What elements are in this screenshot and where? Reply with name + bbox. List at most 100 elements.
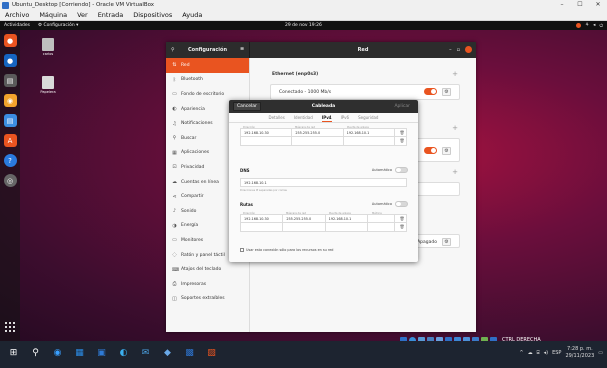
cloud-icon[interactable]: ☁ <box>528 350 533 356</box>
netmask-field[interactable] <box>292 137 344 145</box>
minimize-button[interactable]: – <box>449 47 452 53</box>
task-view-icon[interactable]: ▦ <box>74 347 85 358</box>
route-netmask-field[interactable]: 255.255.255.0 <box>283 215 326 222</box>
tab-seguridad[interactable]: Seguridad <box>358 113 378 122</box>
network-icon[interactable]: ⌸ <box>537 350 540 356</box>
cancel-button[interactable]: Cancelar <box>233 102 261 111</box>
trash-folder[interactable]: Papelera <box>33 76 63 94</box>
route-metric-field[interactable] <box>368 223 395 231</box>
checkbox-icon[interactable] <box>240 248 244 252</box>
volume-icon[interactable]: ◂) <box>544 350 548 356</box>
show-applications-icon[interactable] <box>4 321 16 333</box>
ethernet-toggle[interactable] <box>424 88 437 95</box>
menu-archivo[interactable]: Archivo <box>0 11 34 19</box>
local-only-checkbox[interactable]: Usar esta conexión sólo para los recurso… <box>240 248 333 252</box>
add-connection-icon[interactable]: + <box>452 70 458 78</box>
gateway-field[interactable] <box>344 137 395 145</box>
power-icon: ◑ <box>172 222 177 229</box>
menu-entrada[interactable]: Entrada <box>93 11 129 19</box>
sidebar-item-red[interactable]: ⇅ Red <box>166 58 249 73</box>
start-icon[interactable]: ⊞ <box>8 347 19 358</box>
activities-button[interactable]: Actividades <box>0 23 30 28</box>
tab-ipv4[interactable]: IPv4 <box>321 113 332 122</box>
route-address-field[interactable]: 192.168.10.30 <box>241 215 284 222</box>
delete-row-icon[interactable]: 🗑 <box>395 129 406 136</box>
ethernet-card: Conectado - 1000 Mb/s ⚙ <box>270 84 460 100</box>
routes-table: Dirección Máscara de red Puerta de enlac… <box>240 210 407 232</box>
store-icon[interactable]: ▣ <box>96 347 107 358</box>
routes-automatic-toggle[interactable] <box>395 201 408 207</box>
rhythmbox-icon[interactable]: ◉ <box>3 94 17 107</box>
system-tray[interactable]: ⚘ ◂ ⏻ <box>576 23 603 29</box>
thunderbird-icon[interactable]: ● <box>3 54 17 67</box>
proxy-settings-button[interactable]: ⚙ <box>442 238 451 246</box>
dialog-header: Cableada Cancelar Aplicar <box>229 100 418 113</box>
search-icon[interactable]: ⚲ <box>171 47 175 53</box>
sidebar-item-impresoras[interactable]: ⎙ Impresoras <box>166 277 249 292</box>
printer-icon: ⎙ <box>172 281 177 288</box>
tab-identidad[interactable]: Identidad <box>294 113 313 122</box>
close-button[interactable] <box>465 46 472 53</box>
proxy-status: Apagado <box>417 239 437 245</box>
home-folder[interactable]: carlos <box>33 38 63 56</box>
ubuntu-vm-taskbar-icon[interactable]: ▨ <box>206 347 217 358</box>
maximize-button[interactable]: ▫ <box>457 47 460 53</box>
search-icon[interactable]: ⚲ <box>30 347 41 358</box>
vscode-icon[interactable]: ◆ <box>162 347 173 358</box>
sidebar-item-atajos[interactable]: ⌨ Atajos del teclado <box>166 262 249 277</box>
hamburger-menu-icon[interactable]: ≡ <box>240 46 244 52</box>
dns-input[interactable]: 192.168.10.1 <box>240 178 407 187</box>
netmask-field[interactable]: 255.255.255.0 <box>292 129 344 136</box>
software-icon[interactable]: A <box>3 134 17 147</box>
gateway-field[interactable]: 192.168.10.1 <box>344 129 395 136</box>
monitor-icon: ▭ <box>172 237 177 244</box>
vpn-toggle[interactable] <box>424 147 437 154</box>
route-address-field[interactable] <box>241 223 284 231</box>
route-netmask-field[interactable] <box>283 223 326 231</box>
help-icon[interactable]: ? <box>3 154 17 167</box>
tab-detalles[interactable]: Detalles <box>269 113 285 122</box>
dns-automatic-toggle[interactable] <box>395 167 408 173</box>
add-vpn-icon[interactable]: + <box>452 124 458 132</box>
route-gateway-field[interactable]: 192.168.10.1 <box>326 215 368 222</box>
menu-dispositivos[interactable]: Dispositivos <box>128 11 177 19</box>
settings-icon[interactable]: ◎ <box>3 174 17 187</box>
delete-route-icon[interactable]: 🗑 <box>395 223 406 231</box>
menu-maquina[interactable]: Máquina <box>34 11 72 19</box>
route-gateway-field[interactable] <box>326 223 368 231</box>
taskbar-clock[interactable]: 7:28 p. m. 29/11/2023 <box>565 346 594 360</box>
sidebar-item-bluetooth[interactable]: ᛒ Bluetooth <box>166 73 249 88</box>
language-indicator[interactable]: ESP <box>552 350 561 356</box>
apps-icon: ▦ <box>172 149 177 156</box>
vbox-menubar: Archivo Máquina Ver Entrada Dispositivos… <box>0 10 607 21</box>
minimize-button[interactable]: – <box>553 0 571 10</box>
delete-route-icon[interactable]: 🗑 <box>395 215 406 222</box>
topbar-clock[interactable]: 29 de nov 19:26 <box>285 23 322 28</box>
ethernet-settings-button[interactable]: ⚙ <box>442 88 451 96</box>
firefox-icon[interactable]: ● <box>3 34 17 47</box>
vpn-settings-button[interactable]: ⚙ <box>442 147 451 155</box>
mail-icon[interactable]: ✉ <box>140 347 151 358</box>
menu-ver[interactable]: Ver <box>72 11 93 19</box>
cortana-icon[interactable]: ◉ <box>52 347 63 358</box>
menu-ayuda[interactable]: Ayuda <box>177 11 207 19</box>
network-icon: ⇅ <box>172 62 177 69</box>
writer-icon[interactable]: ▤ <box>3 114 17 127</box>
delete-row-icon[interactable]: 🗑 <box>395 137 406 145</box>
maximize-button[interactable]: ☐ <box>571 0 589 10</box>
virtualbox-taskbar-icon[interactable]: ▩ <box>184 347 195 358</box>
address-field[interactable]: 192.168.10.30 <box>241 129 293 136</box>
edge-icon[interactable]: ◐ <box>118 347 129 358</box>
files-icon[interactable]: ▤ <box>3 74 17 87</box>
sidebar-item-soportes[interactable]: ◫ Soportes extraíbles <box>166 292 249 307</box>
tab-ipv6[interactable]: IPv6 <box>341 113 350 122</box>
chevron-up-icon[interactable]: ^ <box>519 350 523 356</box>
route-metric-field[interactable] <box>368 215 395 222</box>
wired-connection-dialog: Cableada Cancelar Aplicar Detalles Ident… <box>229 100 418 262</box>
app-menu[interactable]: ⚙ Configuración ▾ <box>30 23 78 28</box>
add-proxy-icon[interactable]: + <box>452 168 458 176</box>
notification-icon[interactable]: ▭ <box>598 350 603 356</box>
close-button[interactable]: ✕ <box>589 0 607 10</box>
address-field[interactable] <box>241 137 293 145</box>
apply-button[interactable]: Aplicar <box>390 102 414 111</box>
